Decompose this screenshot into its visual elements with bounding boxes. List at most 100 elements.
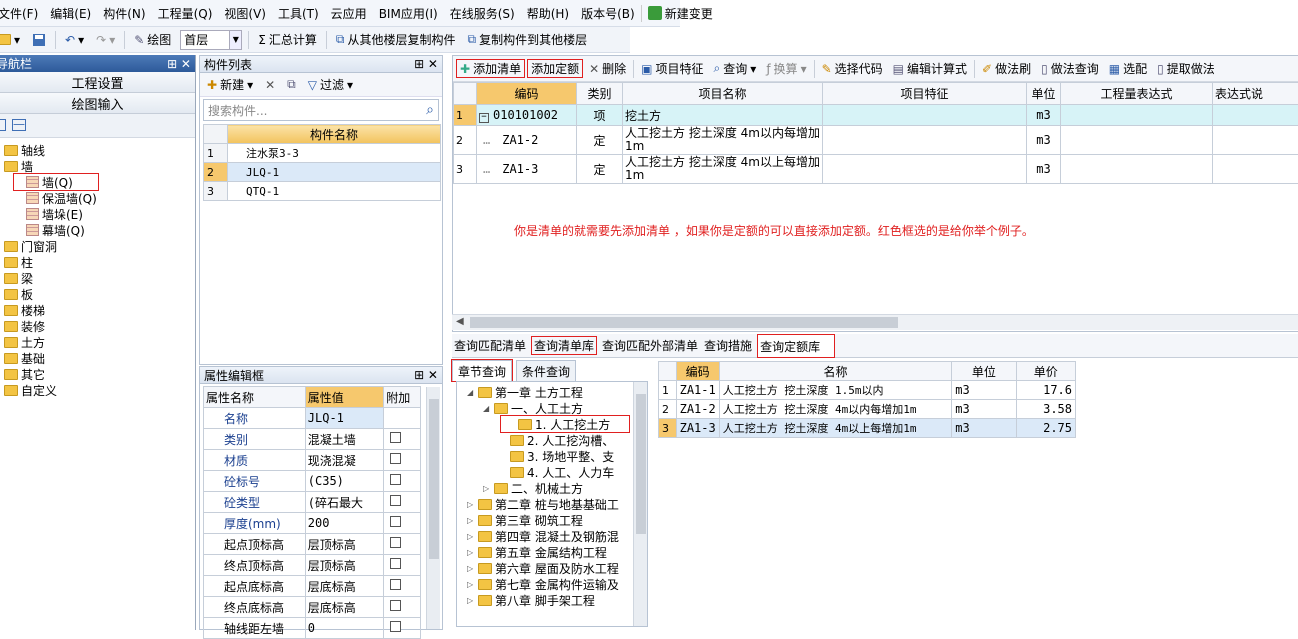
nav-item[interactable]: 其它: [0, 366, 195, 382]
chapter-item[interactable]: 2. 人工挖沟槽、: [457, 432, 647, 448]
prop-value-cell[interactable]: 层顶标高: [305, 534, 383, 555]
expression-desc-cell[interactable]: [1213, 105, 1298, 126]
nav-item[interactable]: 墙(Q): [14, 174, 98, 190]
quota-price-cell[interactable]: 17.6: [1016, 381, 1075, 400]
open-button[interactable]: ▾: [0, 33, 23, 47]
item-feature-cell[interactable]: [823, 155, 1027, 184]
convert-button[interactable]: ƒ换算▾: [763, 60, 809, 77]
code-cell[interactable]: …ZA1-2: [477, 126, 577, 155]
quota-price-cell[interactable]: 2.75: [1016, 419, 1075, 438]
extra-checkbox[interactable]: [390, 495, 401, 506]
collapsed-icon[interactable]: ▷: [467, 532, 475, 541]
prop-value-cell[interactable]: 现浇混凝: [305, 450, 383, 471]
property-scrollbar[interactable]: [426, 387, 440, 629]
component-search-input[interactable]: 搜索构件...⌕: [203, 99, 439, 121]
item-feature-cell[interactable]: [823, 126, 1027, 155]
delete-button[interactable]: ✕删除: [586, 60, 629, 77]
extra-checkbox[interactable]: [390, 579, 401, 590]
quota-code-cell[interactable]: ZA1-3: [676, 419, 719, 438]
tab-chapter-query[interactable]: 章节查询: [452, 360, 512, 381]
collapsed-icon[interactable]: ▷: [467, 516, 475, 525]
component-name-cell[interactable]: JLQ-1: [228, 163, 441, 182]
quota-code-cell[interactable]: ZA1-2: [676, 400, 719, 419]
table-row[interactable]: 2JLQ-1: [204, 163, 441, 182]
prop-value-cell[interactable]: (C35): [305, 471, 383, 492]
method-query-button[interactable]: ▯做法查询: [1038, 60, 1102, 77]
scroll-thumb[interactable]: [636, 394, 646, 534]
table-row[interactable]: 3…ZA1-3定人工挖土方 挖土深度 4m以上每增加1mm3: [454, 155, 1298, 184]
extra-checkbox[interactable]: [390, 474, 401, 485]
table-row[interactable]: 1注水泵3-3: [204, 144, 441, 163]
feature-button[interactable]: ▣项目特征: [638, 60, 706, 77]
quota-name-cell[interactable]: 人工挖土方 挖土深度 1.5m以内: [719, 381, 952, 400]
scroll-thumb[interactable]: [429, 399, 439, 559]
code-cell[interactable]: −010101002: [477, 105, 577, 126]
floor-select[interactable]: 首层▼: [180, 30, 242, 50]
copy-to-floor-button[interactable]: ⧉复制构件到其他楼层: [465, 31, 591, 48]
extract-method-button[interactable]: ▯提取做法: [1154, 60, 1218, 77]
edit-formula-button[interactable]: ▤编辑计算式: [890, 60, 970, 77]
item-name-cell[interactable]: 挖土方: [623, 105, 823, 126]
component-name-cell[interactable]: 注水泵3-3: [228, 144, 441, 163]
pin-close-icons[interactable]: ⊞ ✕: [414, 57, 438, 71]
menu-edit[interactable]: 编辑(E): [44, 5, 97, 22]
redo-button[interactable]: ↷▾: [93, 33, 118, 47]
scroll-left-icon[interactable]: ◀: [456, 316, 464, 327]
scroll-thumb[interactable]: [470, 317, 898, 328]
chapter-item[interactable]: ▷二、机械土方: [457, 480, 647, 496]
nav-item[interactable]: 装修: [0, 318, 195, 334]
component-name-cell[interactable]: QTQ-1: [228, 182, 441, 201]
nav-item[interactable]: 保温墙(Q): [0, 190, 195, 206]
expression-cell[interactable]: [1061, 126, 1213, 155]
nav-item[interactable]: 幕墙(Q): [0, 222, 195, 238]
table-row[interactable]: 3QTQ-1: [204, 182, 441, 201]
extra-checkbox[interactable]: [390, 453, 401, 464]
collapsed-icon[interactable]: ▷: [467, 580, 475, 589]
prop-value-cell[interactable]: (碎石最大: [305, 492, 383, 513]
menu-cloud[interactable]: 云应用: [325, 5, 373, 22]
tab-measures[interactable]: 查询措施: [704, 337, 752, 354]
menu-new-change[interactable]: 新建变更: [641, 5, 719, 22]
prop-value-cell[interactable]: 0: [305, 618, 383, 639]
extra-checkbox[interactable]: [390, 600, 401, 611]
quota-unit-cell[interactable]: m3: [952, 381, 1016, 400]
project-settings-button[interactable]: 工程设置: [0, 72, 195, 93]
save-button[interactable]: [29, 33, 49, 47]
collapsed-icon[interactable]: ▷: [467, 500, 475, 509]
chapter-item[interactable]: ▷第六章 屋面及防水工程: [457, 560, 647, 576]
collapse-all-icon[interactable]: —: [12, 119, 26, 131]
prop-value-cell[interactable]: 混凝土墙: [305, 429, 383, 450]
unit-cell[interactable]: m3: [1027, 126, 1061, 155]
nav-item[interactable]: 轴线: [0, 142, 195, 158]
method-brush-button[interactable]: ✐做法刷: [979, 60, 1034, 77]
chapter-item[interactable]: ▷第四章 混凝土及钢筋混: [457, 528, 647, 544]
chapter-item[interactable]: 4. 人工、人力车: [457, 464, 647, 480]
delete-component-button[interactable]: ✕: [262, 78, 278, 92]
menu-help[interactable]: 帮助(H): [521, 5, 575, 22]
new-component-button[interactable]: ✚新建▾: [204, 76, 256, 93]
type-cell[interactable]: 项: [577, 105, 623, 126]
nav-item[interactable]: 门窗洞: [0, 238, 195, 254]
nav-item[interactable]: 基础: [0, 350, 195, 366]
item-name-cell[interactable]: 人工挖土方 挖土深度 4m以内每增加1m: [623, 126, 823, 155]
nav-item[interactable]: 柱: [0, 254, 195, 270]
prop-value-cell[interactable]: 层顶标高: [305, 555, 383, 576]
chapter-scrollbar[interactable]: [633, 382, 647, 626]
menu-online[interactable]: 在线服务(S): [444, 5, 521, 22]
quota-code-cell[interactable]: ZA1-1: [676, 381, 719, 400]
expression-desc-cell[interactable]: [1213, 155, 1298, 184]
expression-desc-cell[interactable]: [1213, 126, 1298, 155]
nav-item[interactable]: 自定义: [0, 382, 195, 398]
method-hscrollbar[interactable]: ◀: [452, 314, 1298, 330]
collapsed-icon[interactable]: ▷: [483, 484, 491, 493]
menu-component[interactable]: 构件(N): [97, 5, 151, 22]
menu-file[interactable]: 文件(F): [0, 5, 44, 22]
prop-value-cell[interactable]: 层底标高: [305, 576, 383, 597]
menu-bim[interactable]: BIM应用(I): [373, 5, 444, 22]
copy-from-floor-button[interactable]: ⧉从其他楼层复制构件: [333, 31, 459, 48]
copy-component-button[interactable]: ⧉: [284, 77, 299, 92]
table-row[interactable]: 1−010101002项挖土方m3: [454, 105, 1298, 126]
extra-checkbox[interactable]: [390, 558, 401, 569]
collapsed-icon[interactable]: ▷: [467, 548, 475, 557]
extra-checkbox[interactable]: [390, 537, 401, 548]
